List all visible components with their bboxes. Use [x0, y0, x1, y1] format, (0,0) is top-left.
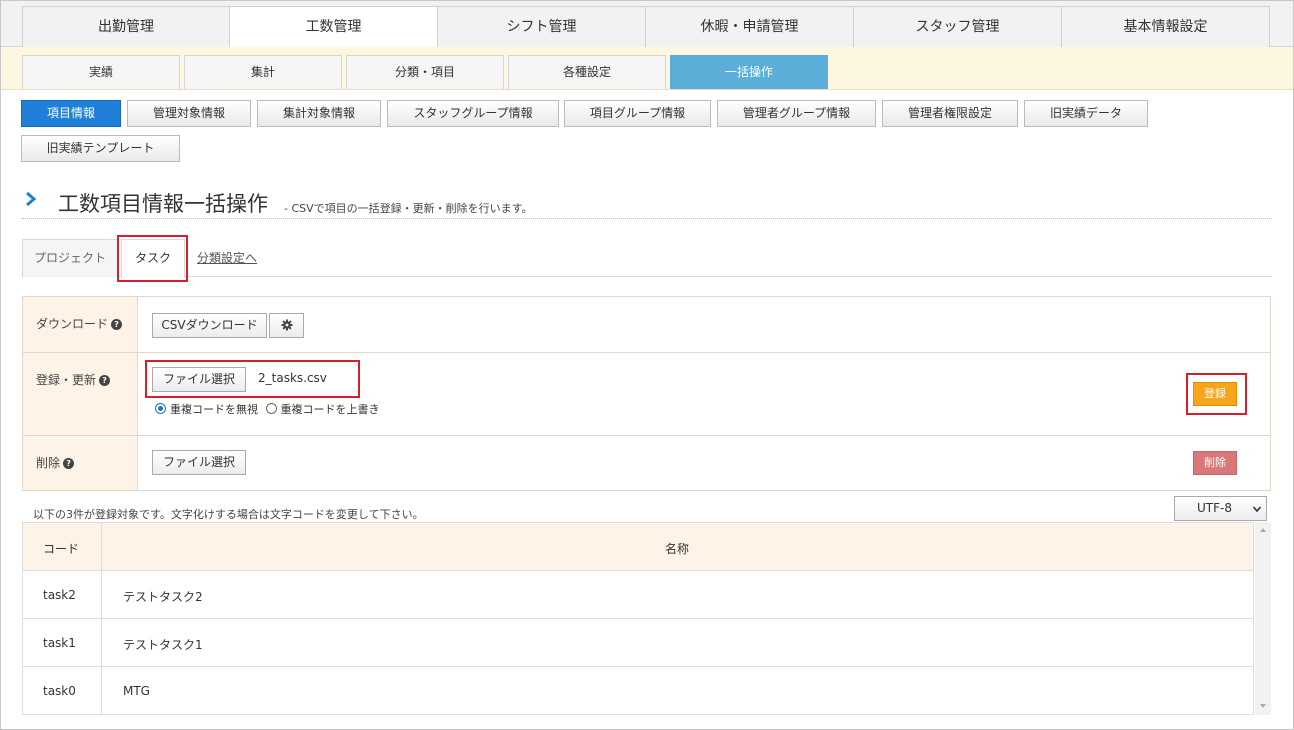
cell-code: task2: [43, 588, 76, 602]
register-label: 登録・更新?: [23, 353, 138, 435]
target-count-note: 以下の3件が登録対象です。文字化けする場合は文字コードを変更して下さい。: [33, 508, 424, 521]
delete-button[interactable]: 削除: [1193, 451, 1237, 475]
help-icon[interactable]: ?: [99, 375, 111, 386]
scroll-down-icon[interactable]: [1259, 702, 1267, 710]
admin-group-button[interactable]: 管理者グループ情報: [717, 100, 876, 127]
download-row: ダウンロード? CSVダウンロード: [23, 297, 1270, 353]
tab-shift[interactable]: シフト管理: [438, 6, 646, 47]
item-info-button[interactable]: 項目情報: [21, 100, 121, 127]
tab-attendance[interactable]: 出勤管理: [22, 6, 230, 47]
page-header: 工数項目情報一括操作 - CSVで項目の一括登録・更新・削除を行います。: [22, 186, 1272, 219]
main-nav: 出勤管理 工数管理 シフト管理 休暇・申請管理 スタッフ管理 基本情報設定: [1, 1, 1293, 48]
download-settings-button[interactable]: [269, 313, 304, 338]
duplicate-mode: 重複コードを無視 重複コードを上書き: [155, 401, 380, 417]
page-title: 工数項目情報一括操作: [58, 192, 268, 216]
radio-overwrite[interactable]: [265, 403, 277, 414]
encoding-select[interactable]: UTF-8: [1174, 496, 1267, 521]
cell-name: テストタスク1: [123, 638, 203, 652]
item-group-button[interactable]: 項目グループ情報: [564, 100, 711, 127]
kind-tabs: プロジェクト タスク 分類設定へ: [22, 239, 1272, 278]
category-settings-link[interactable]: 分類設定へ: [197, 249, 257, 266]
table-row: task0 MTG: [23, 667, 1253, 714]
cell-name: MTG: [123, 684, 150, 698]
header-name: 名称: [665, 542, 690, 556]
table-scrollbar[interactable]: [1255, 522, 1271, 715]
subtab-category[interactable]: 分類・項目: [346, 55, 504, 89]
help-icon[interactable]: ?: [63, 458, 75, 469]
sub-nav: 実績 集計 分類・項目 各種設定 一括操作: [1, 47, 1293, 90]
managed-target-button[interactable]: 管理対象情報: [127, 100, 251, 127]
cell-name: テストタスク2: [123, 590, 203, 604]
old-results-template-button[interactable]: 旧実績テンプレート: [21, 135, 180, 162]
cell-code: task1: [43, 636, 76, 650]
help-icon[interactable]: ?: [111, 319, 123, 330]
preview-table: コード 名称 task2 テストタスク2 task1 テストタスク1 task0…: [22, 522, 1254, 715]
subtab-bulk[interactable]: 一括操作: [670, 55, 828, 89]
tab-leave[interactable]: 休暇・申請管理: [646, 6, 854, 47]
bulk-form: ダウンロード? CSVダウンロード 登録・更新? ファイル選択 2_tasks.…: [22, 296, 1271, 491]
aggregation-target-button[interactable]: 集計対象情報: [257, 100, 381, 127]
staff-group-button[interactable]: スタッフグループ情報: [387, 100, 559, 127]
tab-man-hours[interactable]: 工数管理: [230, 6, 438, 48]
page-subtitle: - CSVで項目の一括登録・更新・削除を行います。: [284, 202, 533, 215]
chevron-down-icon: [1253, 506, 1261, 513]
tab-basic-settings[interactable]: 基本情報設定: [1062, 6, 1270, 47]
radio-ignore-label: 重複コードを無視: [170, 403, 258, 416]
tab-project[interactable]: プロジェクト: [22, 239, 118, 277]
csv-download-button[interactable]: CSVダウンロード: [152, 313, 267, 338]
subtab-settings[interactable]: 各種設定: [508, 55, 666, 89]
chevron-right-icon: [26, 192, 37, 206]
register-row: 登録・更新? ファイル選択 2_tasks.csv 重複コードを無視 重複コード…: [23, 353, 1270, 436]
delete-file-select-button[interactable]: ファイル選択: [152, 450, 246, 475]
tab-staff[interactable]: スタッフ管理: [854, 6, 1062, 47]
table-row: task2 テストタスク2: [23, 571, 1253, 619]
register-button[interactable]: 登録: [1193, 382, 1237, 406]
encoding-value: UTF-8: [1197, 501, 1232, 515]
selected-file-name: 2_tasks.csv: [258, 371, 327, 385]
admin-permission-button[interactable]: 管理者権限設定: [882, 100, 1018, 127]
delete-label: 削除?: [23, 436, 138, 490]
download-label: ダウンロード?: [23, 297, 138, 352]
table-header: コード 名称: [23, 523, 1253, 571]
register-file-select-button[interactable]: ファイル選択: [152, 367, 246, 392]
header-code: コード: [43, 542, 80, 556]
radio-ignore[interactable]: [155, 403, 166, 414]
cell-code: task0: [43, 684, 76, 698]
table-row: task1 テストタスク1: [23, 619, 1253, 667]
gear-icon: [281, 319, 292, 331]
subtab-results[interactable]: 実績: [22, 55, 180, 89]
delete-row: 削除? ファイル選択 削除: [23, 436, 1270, 490]
old-results-data-button[interactable]: 旧実績データ: [1024, 100, 1148, 127]
subtab-summary[interactable]: 集計: [184, 55, 342, 89]
radio-overwrite-label: 重複コードを上書き: [280, 403, 380, 416]
scroll-up-icon[interactable]: [1259, 526, 1267, 534]
tab-task[interactable]: タスク: [121, 239, 185, 278]
